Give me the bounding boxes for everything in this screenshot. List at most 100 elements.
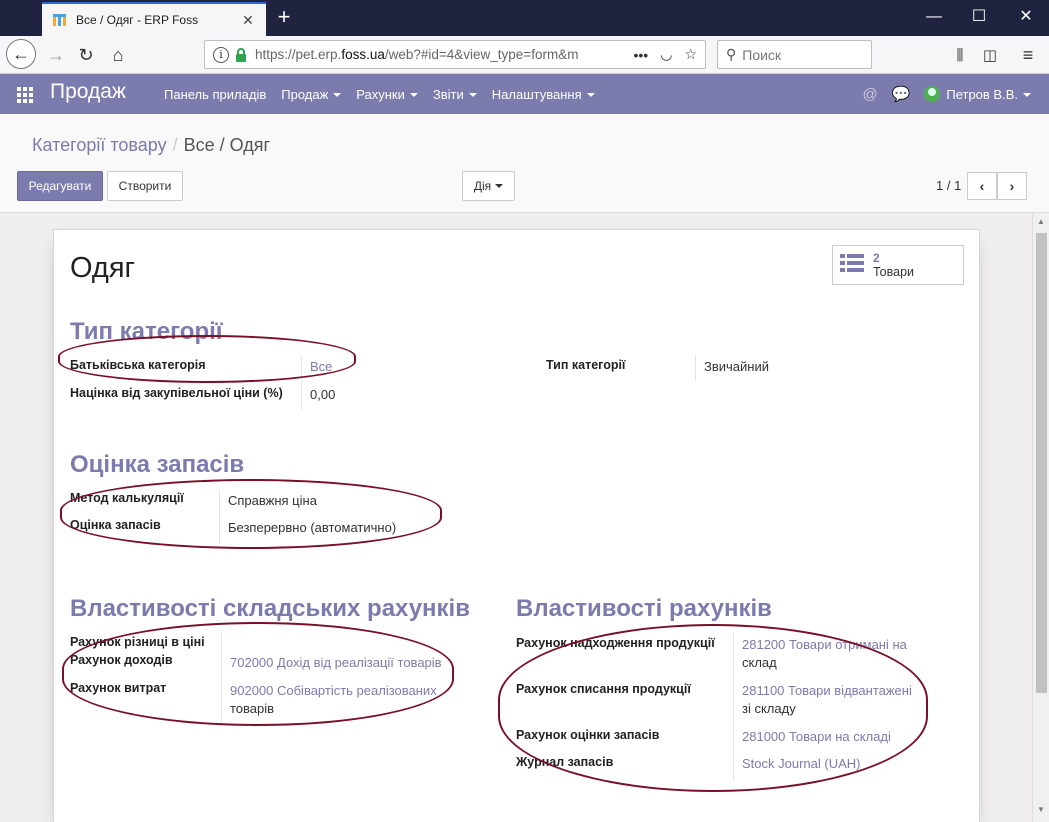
category-type-value: Звичайний	[704, 359, 769, 374]
category-type-label: Тип категорії	[546, 358, 626, 372]
markup-label: Націнка від закупівельної ціни (%)	[70, 386, 283, 400]
caret-down-icon	[1023, 93, 1031, 98]
pager-previous-button[interactable]: ‹	[967, 172, 997, 200]
edit-button[interactable]: Редагувати	[17, 171, 103, 201]
caret-down-icon	[333, 93, 342, 98]
avatar[interactable]	[924, 86, 941, 102]
more-icon[interactable]: •••	[634, 47, 649, 63]
user-name: Петров В.В.	[946, 86, 1018, 102]
caret-down-icon	[409, 93, 418, 98]
field-divider	[221, 633, 222, 723]
control-panel: Категорії товару / Все / Одяг Редагувати С…	[0, 114, 1049, 213]
scroll-up-icon[interactable]: ▲	[1037, 217, 1045, 226]
menu-dashboard[interactable]: Панель приладів	[164, 87, 266, 102]
field-divider	[733, 633, 734, 781]
odoo-favicon-icon	[53, 14, 66, 26]
expense-account-link[interactable]: 902000 Собівартість реалізованих	[230, 683, 437, 698]
expense-account-label: Рахунок витрат	[70, 681, 167, 695]
hamburger-menu-icon[interactable]: ≡	[1014, 41, 1042, 69]
search-icon: ⚲	[726, 46, 737, 62]
url-rest: /web?#id=4&view_type=form&m	[384, 47, 579, 62]
inventory-valuation-value: Безперервно (автоматично)	[228, 520, 397, 535]
bookmark-star-icon[interactable]: ☆	[684, 46, 697, 63]
sidebar-icon[interactable]: ◫	[976, 41, 1004, 69]
menu-reports[interactable]: Звіти	[433, 87, 477, 102]
menu-label: Рахунки	[356, 86, 405, 102]
minimize-icon[interactable]: —	[924, 6, 944, 28]
library-icon[interactable]: ⫼	[946, 41, 974, 69]
section-heading-valuation: Оцінка запасів	[70, 451, 245, 478]
browser-tab[interactable]: Все / Одяг - ERP Foss ✕	[42, 2, 266, 36]
back-arrow-icon[interactable]: ←	[6, 39, 36, 69]
field-divider	[219, 490, 220, 544]
pager-value[interactable]: 1 / 1	[936, 178, 961, 193]
stock-journal-value[interactable]: Stock Journal (UAH)	[742, 755, 860, 773]
action-dropdown-button[interactable]: Дія	[462, 171, 515, 201]
lock-icon	[236, 47, 246, 62]
apps-grid-icon[interactable]	[17, 87, 33, 103]
stock-output-account-value: 281100 Товари відвантажені зі складу	[742, 682, 932, 718]
home-icon[interactable]: ⌂	[104, 41, 132, 69]
chat-icon[interactable]: 💬	[892, 85, 911, 103]
browser-search[interactable]: ⚲	[717, 40, 872, 69]
url-bar[interactable]: i https://pet.erp.foss.ua/web?#id=4&view…	[204, 40, 706, 69]
products-label: Товари	[873, 265, 914, 279]
app-name[interactable]: Продаж	[50, 80, 126, 104]
stock-journal-label: Журнал запасів	[516, 755, 614, 769]
products-smart-button[interactable]: 2 Товари	[832, 245, 964, 285]
breadcrumb-parent[interactable]: Категорії товару	[32, 135, 167, 155]
menu-settings[interactable]: Налаштування	[492, 87, 595, 102]
pager-next-button[interactable]: ›	[997, 172, 1027, 200]
price-difference-account-label: Рахунок різниці в ціні	[70, 635, 205, 649]
stock-input-account-value: 281200 Товари отримані на склад	[742, 636, 932, 672]
new-tab-icon[interactable]: +	[272, 4, 296, 30]
close-window-icon[interactable]: ✕	[1016, 6, 1036, 28]
stock-output-account-link[interactable]: 281100 Товари відвантажені	[742, 683, 912, 698]
stock-input-account-link[interactable]: 281200 Товари отримані на	[742, 637, 907, 652]
pocket-icon[interactable]: ◡	[660, 46, 672, 63]
browser-tab-bar: Все / Одяг - ERP Foss ✕ + — ☐ ✕	[0, 0, 1049, 36]
url-text[interactable]: https://pet.erp.foss.ua/web?#id=4&view_t…	[255, 47, 622, 62]
breadcrumb-separator: /	[172, 135, 178, 155]
url-domain: foss.ua	[341, 47, 385, 62]
maximize-icon[interactable]: ☐	[969, 6, 989, 28]
mention-icon[interactable]: @	[862, 86, 877, 103]
products-count: 2	[873, 251, 880, 265]
info-icon[interactable]: i	[213, 46, 229, 63]
field-divider	[301, 356, 302, 410]
scroll-down-icon[interactable]: ▼	[1037, 805, 1045, 814]
expense-account-value: 902000 Собівартість реалізованих товарів	[230, 682, 460, 718]
record-title: Одяг	[70, 252, 136, 284]
create-button[interactable]: Створити	[107, 171, 183, 201]
menu-label: Панель приладів	[164, 86, 267, 102]
caret-down-icon	[586, 93, 595, 98]
menu-sales[interactable]: Продаж	[281, 86, 342, 102]
stock-input-account-tail: склад	[742, 655, 777, 670]
scrollbar[interactable]: ▲ ▼	[1032, 213, 1049, 822]
menu-invoicing[interactable]: Рахунки	[356, 87, 418, 102]
parent-category-value[interactable]: Все	[310, 358, 332, 376]
action-label: Дія	[473, 179, 492, 193]
scrollbar-thumb[interactable]	[1036, 233, 1047, 693]
reload-icon[interactable]: ↻	[72, 41, 100, 69]
forward-arrow-icon[interactable]: →	[42, 41, 70, 69]
income-account-label: Рахунок доходів	[70, 653, 173, 667]
income-account-value[interactable]: 702000 Дохід від реалізації товарів	[230, 654, 442, 672]
stock-output-account-label: Рахунок списання продукції	[516, 682, 691, 696]
stock-valuation-account-value[interactable]: 281000 Товари на складі	[742, 728, 891, 746]
costing-method-value: Справжня ціна	[228, 493, 317, 508]
costing-method-label: Метод калькуляції	[70, 491, 184, 505]
stock-input-account-label: Рахунок надходження продукції	[516, 636, 715, 650]
menu-label: Продаж	[281, 86, 329, 102]
search-input[interactable]	[742, 46, 853, 63]
breadcrumb: Категорії товару / Все / Одяг	[32, 135, 270, 156]
stock-output-account-tail: зі складу	[742, 701, 796, 716]
expense-account-tail: товарів	[230, 701, 275, 716]
section-heading-category: Тип категорії	[70, 318, 223, 345]
user-menu[interactable]: Петров В.В.	[946, 87, 1031, 102]
browser-toolbar: ← → ↻ ⌂ i https://pet.erp.foss.ua/web?#i…	[0, 36, 1049, 74]
close-tab-icon[interactable]: ✕	[240, 12, 256, 29]
menu-label: Налаштування	[491, 86, 582, 102]
caret-down-icon	[468, 93, 477, 98]
list-icon	[840, 254, 864, 274]
